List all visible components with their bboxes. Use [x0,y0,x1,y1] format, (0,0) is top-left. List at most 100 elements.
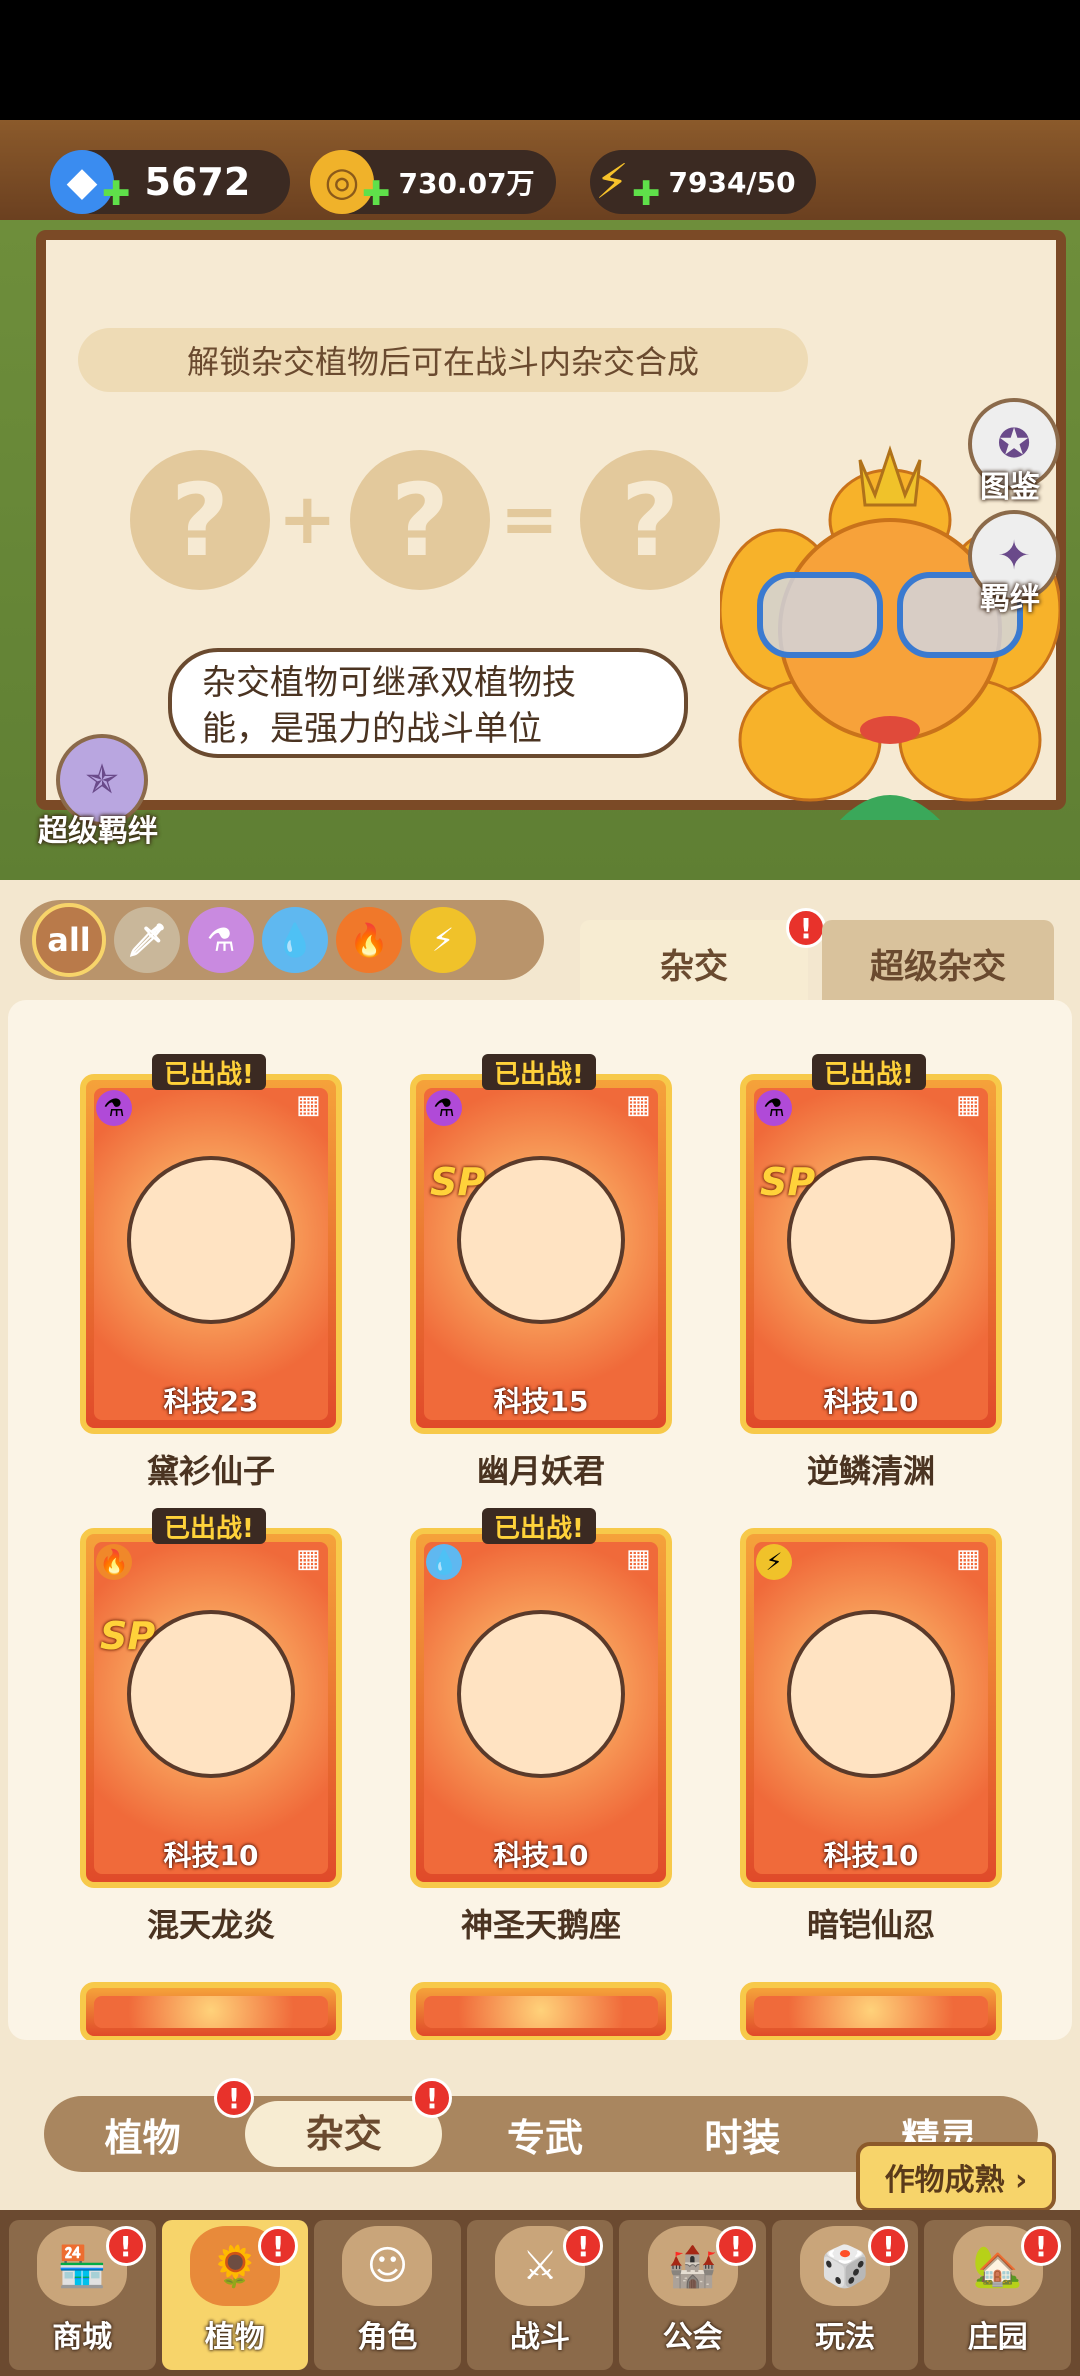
equals-sign: = [500,478,559,560]
sp-badge: SP [100,1614,156,1658]
plant-name: 幽月妖君 [476,1452,605,1490]
status-bar [0,0,1080,120]
nav-guild-label: 公会 [662,2320,723,2355]
hybrid-tab-badge: ! [786,908,826,948]
nav-badge: ! [258,2226,299,2266]
potion-element-icon: ⚗ [426,1090,462,1126]
tech-level: 科技10 [823,1839,919,1872]
fire-icon[interactable]: 🔥 [336,907,402,973]
bond-label[interactable]: 羁绊 [980,574,1040,618]
potion-element-icon: ⚗ [756,1090,792,1126]
plant-name: 逆鳞清渊 [806,1452,935,1490]
grid-icon: ▦ [626,1090,651,1120]
deployed-badge: 已出战! [812,1054,926,1090]
plant-card[interactable]: ⚗ ▦ SP 科技15 [410,1074,672,1434]
plant-card[interactable]: ⚡ ▦ 科技10 [740,1528,1002,1888]
subtab-plants[interactable]: 植物 [44,2107,241,2162]
tech-level: 科技10 [823,1385,919,1418]
nav-manor-label: 庄园 [967,2320,1028,2355]
filter-all-button[interactable]: all [32,903,106,977]
nav-badge: ! [105,2226,146,2266]
nav-badge: ! [868,2226,909,2266]
plant-card[interactable]: ⚗ ▦ 科技23 [80,1074,342,1434]
question-mark: ? [620,461,679,579]
nav-badge: ! [715,2226,756,2266]
character-portrait [127,1156,295,1325]
subtab-hybrid[interactable]: 杂交 [245,2101,443,2167]
hybrid-result-slot: ? [580,450,720,590]
tech-level: 科技10 [493,1839,589,1872]
character-portrait [457,1610,625,1779]
plant-card[interactable]: 🔥 ▦ SP 科技10 [80,1528,342,1888]
water-drop-icon[interactable]: 💧 [262,907,328,973]
tech-level: 科技15 [493,1385,589,1418]
lightning-element-icon: ⚡ [756,1544,792,1580]
nav-plants-label: 植物 [204,2320,265,2355]
add-energy-icon[interactable]: ✚ [632,174,661,214]
card-art [754,1996,988,2028]
plant-card[interactable] [80,1982,342,2040]
nav-gameplay-label: 玩法 [815,2320,876,2355]
plant-card[interactable] [740,1982,1002,2040]
plant-card[interactable] [410,1982,672,2040]
element-filter-bar: all 🗡 ⚗ 💧 🔥 ⚡ [20,900,544,980]
deployed-badge: 已出战! [482,1508,596,1544]
fire-element-icon: 🔥 [96,1544,132,1580]
question-mark: ? [170,461,229,579]
plant-grid: ⚗ ▦ 科技23 已出战! 黛衫仙子 ⚗ ▦ SP 科技15 已出战! 幽月妖君… [8,1000,1072,2040]
crops-ready-button[interactable]: 作物成熟 › [856,2142,1056,2212]
potion-icon[interactable]: ⚗ [188,907,254,973]
tech-level: 科技10 [163,1839,259,1872]
grid-icon: ▦ [956,1090,981,1120]
plant-name: 神圣天鹅座 [460,1906,621,1944]
deployed-badge: 已出战! [482,1054,596,1090]
subtab-plants-badge: ! [214,2078,254,2118]
plant-name: 暗铠仙忍 [806,1906,935,1944]
subtab-costumes[interactable]: 时装 [644,2107,841,2162]
energy-counter[interactable]: ⚡ ✚ 7934/50 [590,150,816,214]
catalog-label[interactable]: 图鉴 [980,462,1040,506]
nav-badge: ! [1021,2226,1062,2266]
water-element-icon: 💧 [426,1544,462,1580]
add-coins-icon[interactable]: ✚ [362,174,391,214]
nav-manor[interactable]: 🏡 庄园 ! [924,2220,1072,2370]
grid-icon: ▦ [626,1544,651,1574]
nav-gameplay[interactable]: 🎲 玩法 ! [771,2220,919,2370]
character-portrait [787,1610,955,1779]
tab-hybrid-label: 杂交 [660,946,728,987]
gem-count: 5672 [144,160,251,204]
nav-shop-label: 商城 [52,2320,113,2355]
speech-bubble: 杂交植物可继承双植物技 能，是强力的战斗单位 [168,648,688,758]
coin-counter[interactable]: ◎ ✚ 730.07万 [310,150,556,214]
grid-icon: ▦ [956,1544,981,1574]
nav-guild[interactable]: 🏰 公会 ! [619,2220,766,2370]
nav-shop[interactable]: 🏪 商城 ! [9,2220,156,2370]
bubble-line-1: 杂交植物可继承双植物技 [202,663,576,703]
filter-all-label: all [47,921,91,959]
plant-card[interactable]: ⚗ ▦ SP 科技10 [740,1074,1002,1434]
plant-name: 混天龙炎 [146,1906,275,1944]
nav-characters-label: 角色 [357,2320,418,2355]
character-icon: ☺ [342,2226,433,2306]
plant-card[interactable]: 💧 ▦ 科技10 [410,1528,672,1888]
tech-level: 科技23 [163,1385,259,1418]
super-bond-label[interactable]: 超级羁绊 [38,806,158,850]
gem-counter[interactable]: ◆ ✚ 5672 [50,150,290,214]
question-mark: ? [390,461,449,579]
add-gems-icon[interactable]: ✚ [102,174,131,214]
subtab-hybrid-badge: ! [412,2078,452,2118]
nav-characters[interactable]: ☺ 角色 [314,2220,461,2370]
lightning-filter-icon[interactable]: ⚡ [410,907,476,973]
nav-badge: ! [563,2226,604,2266]
subtab-weapons[interactable]: 专武 [446,2107,643,2162]
tab-hybrid[interactable]: 杂交 [580,920,808,1006]
nav-battle[interactable]: ⚔ 战斗 ! [466,2220,614,2370]
plus-sign: + [278,478,337,560]
deployed-badge: 已出战! [152,1508,266,1544]
nav-plants[interactable]: 🌻 植物 ! [161,2220,309,2370]
tab-super-hybrid-label: 超级杂交 [870,946,1006,987]
tab-super-hybrid[interactable]: 超级杂交 [822,920,1054,1006]
deployed-badge: 已出战! [152,1054,266,1090]
sword-icon[interactable]: 🗡 [114,907,180,973]
grid-icon: ▦ [296,1544,321,1574]
